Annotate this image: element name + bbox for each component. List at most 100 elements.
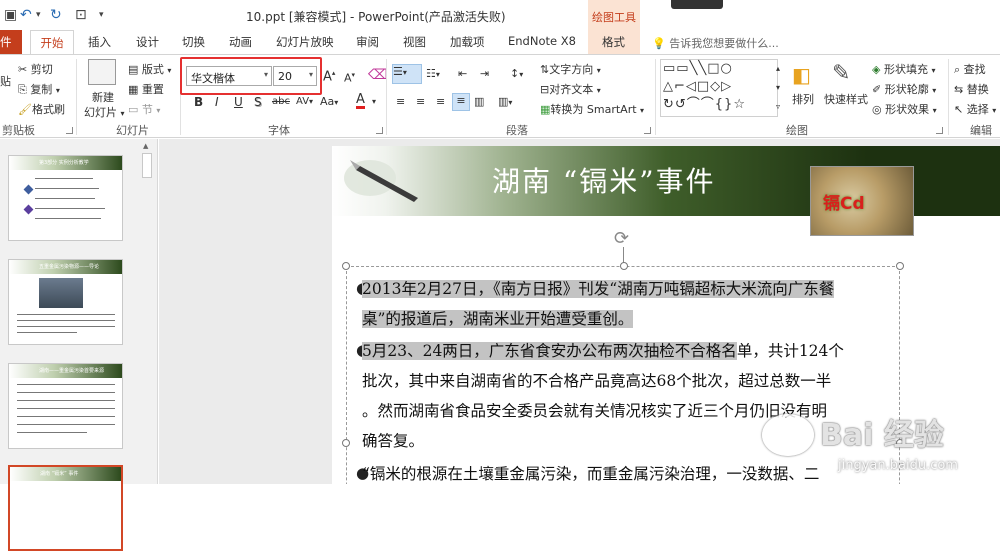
strikethrough-button[interactable]: abc	[272, 96, 290, 107]
slide-thumbnail-panel: 第3部分 实例分析教学 五重金属污染物源——导论 湖南——重金属污染首要来源 湖…	[0, 139, 158, 551]
shape-fill-button[interactable]: ◈ 形状填充 ▾	[872, 61, 935, 77]
thumbnail-scroll-thumb[interactable]	[142, 153, 152, 178]
font-color-button[interactable]: A	[356, 93, 365, 109]
rice-grain-image[interactable]: 镉Cd	[810, 166, 914, 236]
shape-outline-button[interactable]: ✐ 形状轮廓 ▾	[872, 81, 936, 97]
font-launcher-icon[interactable]	[376, 127, 383, 134]
thumbnail-line	[17, 314, 115, 315]
text-direction-button[interactable]: ⇅文字方向 ▾	[540, 61, 601, 77]
select-button[interactable]: ↖ 选择 ▾	[954, 101, 996, 117]
tab-home[interactable]: 开始	[30, 30, 74, 55]
justify-icon[interactable]: ≡	[452, 93, 470, 111]
align-right-icon[interactable]: ≡	[436, 95, 445, 108]
drawing-launcher-icon[interactable]	[936, 127, 943, 134]
undo-icon[interactable]: ↶	[20, 7, 32, 23]
replace-button[interactable]: ⇆ 替换	[954, 81, 989, 97]
smartart-button[interactable]: ▦转换为 SmartArt ▾	[540, 101, 644, 117]
group-divider	[386, 59, 387, 135]
slide-thumbnail-3[interactable]: 湖南——重金属污染首要来源	[8, 363, 123, 449]
change-case-button[interactable]: Aa▾	[320, 95, 338, 108]
thumbnail-line	[17, 326, 115, 327]
tab-slideshow[interactable]: 幻灯片放映	[276, 34, 334, 50]
tab-review[interactable]: 审阅	[356, 34, 379, 50]
bold-button[interactable]: B	[194, 95, 203, 109]
quick-styles-icon[interactable]: ✎	[832, 61, 850, 86]
resize-handle[interactable]	[342, 439, 350, 447]
customize-qat-icon[interactable]: ▾	[99, 10, 104, 20]
thumbnail-scrollbar[interactable]	[140, 142, 154, 484]
start-slideshow-icon[interactable]: ⊡	[75, 7, 87, 23]
baidu-jingyan-watermark: Bai 经验 jingyan.baidu.com	[760, 410, 1000, 484]
arrange-button[interactable]: 排列	[792, 91, 814, 107]
new-slide-button[interactable]: 幻灯片 ▾	[84, 104, 125, 120]
bullets-button[interactable]: ☰▾	[392, 64, 422, 84]
reset-button[interactable]: ▦ 重置	[128, 81, 164, 97]
distributed-icon[interactable]: ▥	[474, 95, 484, 108]
tab-format[interactable]: 格式	[602, 34, 625, 50]
font-color-dropdown-icon[interactable]: ▾	[372, 97, 376, 106]
resize-handle[interactable]	[342, 262, 350, 270]
resize-handle[interactable]	[896, 262, 904, 270]
shadow-button[interactable]: S	[254, 95, 262, 109]
grow-font-button[interactable]: A▴	[323, 69, 335, 84]
tab-file[interactable]: 件	[0, 30, 22, 54]
scroll-up-arrow-icon[interactable]: ▲	[143, 142, 148, 150]
section-button[interactable]: ▭ 节 ▾	[128, 101, 160, 117]
slide-thumbnail-4-selected[interactable]: 湖南 “镉米” 事件	[8, 465, 123, 551]
clear-formatting-icon[interactable]: ⌫	[368, 67, 388, 83]
shapes-gallery-scroll-icon[interactable]: ▴ ▾ ▿	[776, 59, 780, 116]
repeat-icon[interactable]: ↻	[50, 7, 62, 23]
increase-indent-icon[interactable]: ⇥	[480, 67, 489, 80]
align-left-icon[interactable]: ≡	[396, 95, 405, 108]
find-button[interactable]: ⌕ 查找	[954, 61, 986, 77]
line-spacing-button[interactable]: ↕▾	[510, 67, 523, 80]
new-slide-icon[interactable]	[88, 59, 116, 85]
copy-button[interactable]: ⎘ 复制 ▾	[18, 81, 60, 97]
tab-endnote[interactable]: EndNote X8	[508, 34, 576, 48]
new-slide-label-1[interactable]: 新建	[92, 89, 114, 105]
numbering-button[interactable]: ☷▾	[426, 67, 440, 80]
app-icon[interactable]: ▣	[4, 7, 17, 23]
tab-design[interactable]: 设计	[136, 34, 159, 50]
character-spacing-button[interactable]: AV▾	[296, 96, 313, 107]
paste-button[interactable]: 贴	[0, 73, 11, 89]
arrange-icon[interactable]: ◧	[792, 63, 811, 87]
shape-effects-button[interactable]: ◎ 形状效果 ▾	[872, 101, 937, 117]
underline-button[interactable]: U	[234, 95, 243, 109]
slide-thumbnail-1[interactable]: 第3部分 实例分析教学	[8, 155, 123, 241]
shapes-gallery[interactable]: ▭▭╲╲□○ △⌐◁□◇▷ ↻↺⌒⌒{}☆	[660, 59, 778, 117]
paragraph-1[interactable]: 2013年2月27日，《南方日报》刊发“湖南万吨镉超标大米流向广东餐 桌”的报道…	[362, 274, 892, 334]
rotate-handle-icon[interactable]: ⟳	[614, 228, 629, 249]
tell-me-search[interactable]: 💡 告诉我您想要做什么...	[652, 35, 779, 51]
slides-group-label: 幻灯片	[116, 124, 149, 137]
ribbon: 贴 ✂ 剪切 ⎘ 复制 ▾ 🖌格式刷 剪贴板 新建 幻灯片 ▾ ▤ 版式 ▾ ▦…	[0, 54, 1000, 138]
decrease-indent-icon[interactable]: ⇤	[458, 67, 467, 80]
quick-styles-button[interactable]: 快速样式	[824, 91, 868, 107]
selected-text: 2013年2月27日，《南方日报》刊发“湖南万吨镉超标大米流向广东餐	[362, 280, 835, 298]
format-painter-button[interactable]: 🖌格式刷	[18, 101, 65, 117]
slide-thumbnail-2[interactable]: 五重金属污染物源——导论	[8, 259, 123, 345]
layout-button[interactable]: ▤ 版式 ▾	[128, 61, 171, 77]
clipboard-launcher-icon[interactable]	[66, 127, 73, 134]
tab-view[interactable]: 视图	[403, 34, 426, 50]
align-center-icon[interactable]: ≡	[416, 95, 425, 108]
resize-handle[interactable]	[620, 262, 628, 270]
thumbnail-line	[17, 392, 115, 393]
thumbnail-photo	[39, 278, 83, 308]
shrink-font-button[interactable]: A▾	[344, 71, 355, 85]
tab-animations[interactable]: 动画	[229, 34, 252, 50]
slide-title[interactable]: 湖南 “镉米”事件	[492, 160, 716, 200]
tab-transitions[interactable]: 切换	[182, 34, 205, 50]
watermark-url: jingyan.baidu.com	[838, 458, 958, 473]
thumbnail-line	[17, 400, 115, 401]
drawing-group-label: 绘图	[786, 124, 808, 137]
paragraph-launcher-icon[interactable]	[644, 127, 651, 134]
italic-button[interactable]: I	[215, 95, 219, 109]
align-text-button[interactable]: ⊟对齐文本 ▾	[540, 81, 601, 97]
tab-insert[interactable]: 插入	[88, 34, 111, 50]
columns-button[interactable]: ▥▾	[498, 95, 512, 108]
character-spacing-label: AV	[296, 96, 310, 107]
cut-button[interactable]: ✂ 剪切	[18, 61, 53, 77]
undo-dropdown-icon[interactable]: ▾	[36, 10, 41, 20]
tab-addins[interactable]: 加载项	[450, 34, 485, 50]
